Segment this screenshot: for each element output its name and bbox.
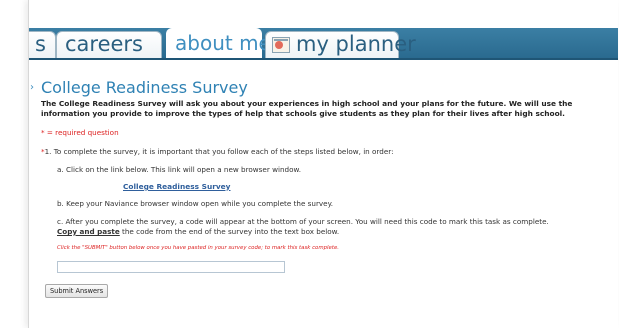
survey-content: › College Readiness Survey The College R…: [30, 78, 611, 298]
tab-partial[interactable]: s: [29, 31, 56, 58]
step-a: a. Click on the link below. This link wi…: [57, 165, 301, 174]
submit-answers-button[interactable]: Submit Answers: [45, 284, 109, 298]
step-c-text: c. After you complete the survey, a code…: [57, 217, 549, 226]
question-1-text: 1. To complete the survey, it is importa…: [44, 147, 394, 156]
tab-my-planner-label: my planner: [296, 32, 416, 56]
question-1: *1. To complete the survey, it is import…: [41, 147, 611, 157]
tab-about-me[interactable]: about me: [166, 28, 271, 58]
tab-my-planner[interactable]: my planner: [265, 31, 416, 58]
copy-and-paste-emphasis: Copy and paste: [57, 227, 120, 236]
step-c: c. After you complete the survey, a code…: [57, 217, 611, 237]
submit-instruction: Click the "SUBMIT" button below once you…: [57, 245, 339, 251]
step-c-text-end: the code from the end of the survey into…: [119, 227, 340, 236]
survey-code-input[interactable]: [57, 261, 285, 273]
required-legend: * = required question: [41, 128, 611, 137]
tab-partial-label: s: [35, 32, 46, 56]
tab-careers-label: careers: [65, 32, 144, 56]
section-marker-icon: ›: [30, 82, 34, 93]
tab-bar: s careers about me my planner: [29, 28, 618, 60]
page-title: College Readiness Survey: [41, 78, 248, 97]
planner-icon: [272, 37, 290, 53]
step-b: b. Keep your Naviance browser window ope…: [57, 199, 334, 208]
survey-intro: The College Readiness Survey will ask yo…: [41, 99, 573, 118]
tab-about-me-label: about me: [175, 31, 271, 55]
tab-careers[interactable]: careers: [56, 31, 162, 58]
app-frame: s careers about me my planner › College …: [28, 0, 618, 328]
required-legend-text: = required question: [44, 128, 119, 137]
college-readiness-survey-link[interactable]: College Readiness Survey: [123, 182, 611, 191]
